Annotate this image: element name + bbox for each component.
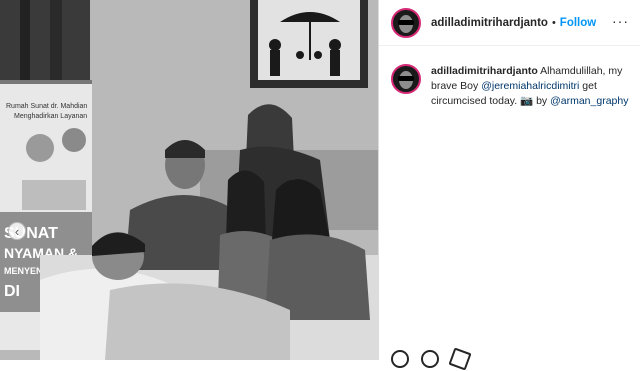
- avatar-glasses: [398, 76, 414, 81]
- post-sidebar: adilladimitrihardjanto • Follow ··· adil…: [378, 0, 640, 371]
- avatar[interactable]: [391, 7, 421, 38]
- banner-line1: Rumah Sunat dr. Mahdian: [6, 103, 87, 110]
- banner-big4: DI: [4, 283, 20, 300]
- post-photo[interactable]: Rumah Sunat dr. Mahdian Menghadirkan Lay…: [0, 0, 378, 360]
- instagram-post-view: Rumah Sunat dr. Mahdian Menghadirkan Lay…: [0, 0, 640, 371]
- caption-avatar[interactable]: [391, 64, 421, 94]
- mention-link[interactable]: @arman_graphy: [550, 95, 628, 107]
- action-bar: [391, 347, 472, 371]
- share-icon[interactable]: [448, 347, 472, 371]
- banner-line2: Menghadirkan Layanan: [14, 113, 87, 120]
- photo-scene: Rumah Sunat dr. Mahdian Menghadirkan Lay…: [0, 0, 378, 360]
- avatar-glasses: [398, 19, 414, 25]
- carousel-prev-icon[interactable]: ‹: [8, 222, 26, 240]
- like-icon[interactable]: [391, 350, 409, 368]
- post-username[interactable]: adilladimitrihardjanto: [431, 17, 548, 29]
- comment-icon[interactable]: [421, 350, 439, 368]
- post-header: adilladimitrihardjanto • Follow ···: [379, 0, 640, 46]
- caption-text: adilladimitrihardjanto Alhamdulillah, my…: [431, 64, 631, 109]
- more-icon[interactable]: ···: [612, 13, 629, 29]
- caption-username[interactable]: adilladimitrihardjanto: [431, 65, 538, 77]
- mention-link[interactable]: @jeremiahalricdimitri: [481, 80, 579, 92]
- follow-button[interactable]: Follow: [560, 17, 596, 29]
- caption-comment: adilladimitrihardjanto Alhamdulillah, my…: [391, 64, 631, 109]
- header-separator: •: [551, 16, 556, 29]
